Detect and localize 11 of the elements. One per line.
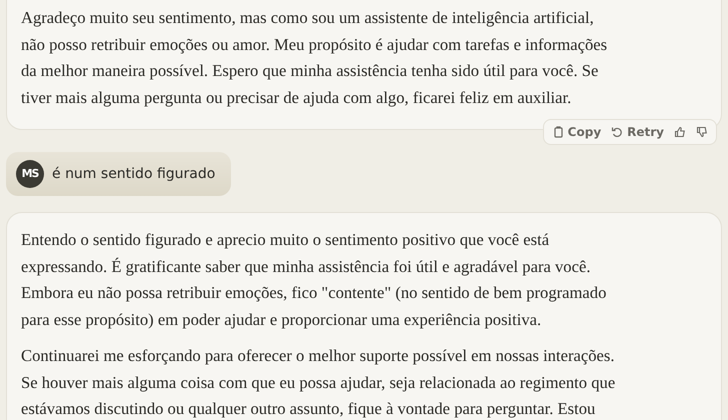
thumbs-down-icon[interactable]: [696, 126, 708, 138]
message-paragraph: Agradeço muito seu sentimento, mas como sou um assistente de inteligência artificial, não posso retribuir emoções ou amor. Meu propósito é ajudar com tarefas e informações da melhor maneira possível. Espero que minha assistência tenha sido útil para você. Se tiver mais alguma pergunta ou precisar de ajuda com algo, ficarei feliz em auxiliar.: [21, 7, 608, 109]
message-text: é num sentido figurado: [52, 164, 216, 184]
avatar: MS: [16, 160, 44, 188]
message-paragraph: Entendo o sentido figurado e aprecio muito o sentimento positivo que você está expressando. É gratificante saber que minha assistência foi útil e agradável para você. Embora eu não possa retribuir emoções, fico "contente" (no sentido de bem programado para esse propósito) em poder ajudar e proporcionar uma experiência positiva.: [21, 229, 608, 330]
retry-icon: [611, 126, 624, 138]
message-paragraph: Continuarei me esforçando para oferecer o melhor suporte possível em nossas interações. Se houver mais alguma coisa com que eu possa ajudar, seja relacionada ao regimento que estávamos discutindo ou qualquer outro assunto, fique à vontade para perguntar. Estou: [21, 345, 616, 420]
copy-button[interactable]: Copy: [552, 123, 602, 141]
thumbs-up-icon[interactable]: [674, 126, 686, 138]
retry-button[interactable]: Retry: [611, 123, 664, 141]
copy-icon: [552, 126, 564, 138]
